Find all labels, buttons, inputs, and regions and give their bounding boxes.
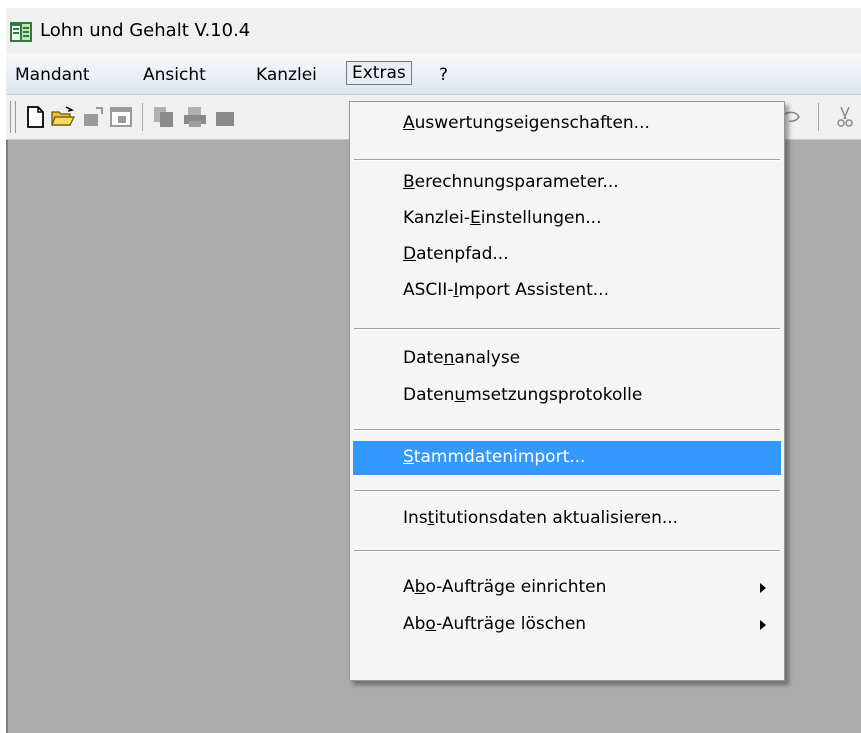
menu-mandant[interactable]: Mandant	[15, 63, 90, 87]
menu-ansicht[interactable]: Ansicht	[143, 63, 206, 87]
menu-separator	[354, 328, 780, 330]
menu-item-institutionsdaten-aktualisieren[interactable]: Institutionsdaten aktualisieren...	[353, 502, 781, 536]
menu-item-stammdatenimport[interactable]: Stammdatenimport...	[353, 441, 781, 475]
open-folder-icon[interactable]	[50, 104, 76, 130]
menu-item-ascii-import-assistent[interactable]: ASCII-Import Assistent...	[353, 274, 781, 308]
menu-item-abo-auftraege-loeschen[interactable]: Abo-Aufträge löschen	[353, 608, 781, 642]
menu-item-label: Datenpfad...	[403, 244, 509, 264]
menu-item-label: n	[443, 348, 455, 368]
menu-item-berechnungsparameter[interactable]: Berechnungsparameter...	[353, 166, 781, 200]
window-icon[interactable]	[108, 104, 134, 130]
menu-extras[interactable]: Extras	[346, 61, 412, 85]
toolbar-separator	[142, 103, 143, 131]
menu-item-label: Auswertungseigenschaften...	[403, 113, 650, 133]
menu-separator	[354, 159, 780, 161]
menu-item-label: A	[403, 113, 415, 133]
print-preview-icon[interactable]	[212, 104, 238, 130]
menu-item-label: o	[425, 614, 437, 634]
menu-item-label: Kanzlei-Einstellungen...	[403, 208, 602, 228]
menu-item-datenumsetzungsprotokolle[interactable]: Datenumsetzungsprotokolle	[353, 379, 781, 413]
menu-item-label: E	[470, 208, 481, 228]
menu-kanzlei[interactable]: Kanzlei	[256, 63, 317, 87]
menu-item-label: u	[454, 385, 466, 405]
toolbar-grip[interactable]	[10, 101, 16, 133]
toolbar-separator	[818, 103, 819, 131]
menu-item-label: t	[427, 508, 435, 528]
submenu-arrow-icon	[760, 620, 766, 630]
new-document-icon[interactable]	[22, 104, 48, 130]
print-icon[interactable]	[182, 104, 208, 130]
menu-item-kanzlei-einstellungen[interactable]: Kanzlei-Einstellungen...	[353, 202, 781, 236]
menu-item-label: Stammdatenimport...	[403, 447, 586, 467]
menu-item-label: ASCII-Import Assistent...	[403, 280, 609, 300]
window-title: Lohn und Gehalt V.10.4	[40, 20, 251, 41]
menu-item-label: Abo-Aufträge einrichten	[403, 577, 607, 597]
workspace-border	[6, 140, 8, 733]
cut-icon[interactable]	[832, 104, 858, 130]
application-window: Lohn und Gehalt V.10.4 Mandant Ansicht K…	[6, 8, 861, 733]
menu-item-auswertungseigenschaften[interactable]: Auswertungseigenschaften...	[353, 107, 781, 141]
menu-item-label: B	[403, 172, 415, 192]
menu-item-label: Institutionsdaten aktualisieren...	[403, 508, 679, 528]
export-icon[interactable]	[80, 104, 106, 130]
menu-item-abo-auftraege-einrichten[interactable]: Abo-Aufträge einrichten	[353, 571, 781, 605]
menu-item-label: D	[403, 244, 417, 264]
menu-item-label: b	[414, 577, 426, 597]
menu-item-datenpfad[interactable]: Datenpfad...	[353, 238, 781, 272]
menu-item-label: S	[403, 447, 414, 467]
menu-item-label: Berechnungsparameter...	[403, 172, 619, 192]
copy-icon[interactable]	[151, 104, 177, 130]
menu-help[interactable]: ?	[439, 63, 448, 87]
menu-item-datenanalyse[interactable]: Datenanalyse	[353, 342, 781, 376]
app-icon	[10, 22, 32, 42]
menu-separator	[354, 429, 780, 431]
menu-separator	[354, 490, 780, 492]
menu-item-label: Datenanalyse	[403, 348, 521, 368]
menu-bar: Mandant Ansicht Kanzlei Extras ?	[6, 54, 861, 95]
menu-item-label: Datenumsetzungsprotokolle	[403, 385, 643, 405]
menu-item-label: I	[453, 280, 459, 300]
submenu-arrow-icon	[760, 583, 766, 593]
menu-separator	[354, 550, 780, 552]
menu-item-label: Abo-Aufträge löschen	[403, 614, 587, 634]
extras-dropdown-menu: Auswertungseigenschaften... Berechnungsp…	[349, 101, 785, 681]
title-bar: Lohn und Gehalt V.10.4	[6, 8, 861, 54]
